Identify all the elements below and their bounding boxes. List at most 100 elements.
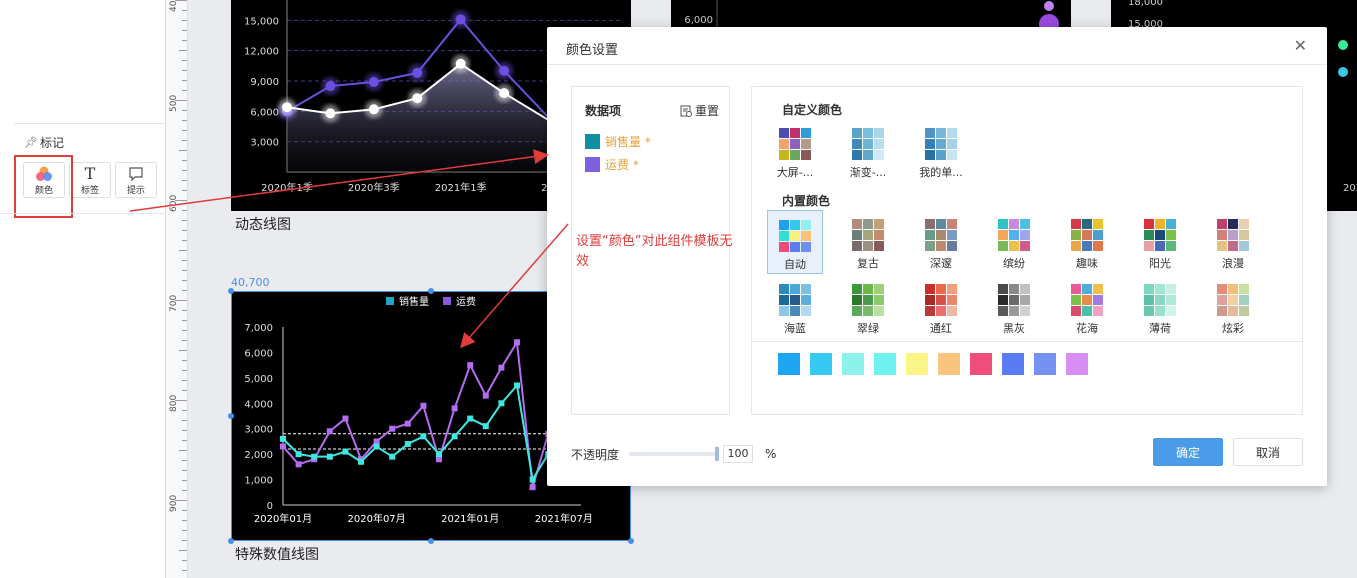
resize-handle[interactable] — [428, 288, 434, 294]
left-panel: 📌︎ 标记 颜色 T 标签 提示 — [0, 0, 166, 578]
palette-option[interactable]: 薄荷 — [1132, 275, 1188, 339]
opacity-input[interactable]: 100 — [723, 445, 754, 463]
palette-option[interactable]: 海蓝 — [767, 275, 823, 339]
data-point — [482, 423, 489, 430]
y-tick-label: 9,000 — [250, 77, 279, 88]
ruler-tick — [182, 260, 187, 261]
data-point — [529, 484, 536, 491]
palette-swatch — [1217, 295, 1227, 305]
palette-swatch-grid — [779, 128, 811, 160]
data-point — [420, 402, 427, 409]
palette-option[interactable]: 通红 — [913, 275, 969, 339]
resize-handle[interactable] — [228, 538, 234, 544]
palette-swatch — [1082, 219, 1092, 229]
data-point — [404, 420, 411, 427]
palette-option[interactable]: 自动 — [767, 210, 823, 274]
preview-color-swatch[interactable] — [970, 353, 992, 375]
palette-option[interactable]: 阳光 — [1132, 210, 1188, 274]
data-point — [451, 433, 458, 440]
palette-swatch — [1009, 284, 1019, 294]
palette-label: 渐变-... — [849, 166, 887, 179]
series-item-sales[interactable]: 销售量 * — [585, 133, 651, 150]
palette-swatch — [852, 284, 862, 294]
preview-color-swatch[interactable] — [778, 353, 800, 375]
palette-swatch — [1228, 306, 1238, 316]
preview-color-swatch[interactable] — [1002, 353, 1024, 375]
label-button[interactable]: T 标签 — [69, 162, 111, 198]
palette-swatch — [1239, 284, 1249, 294]
palette-swatch — [1009, 230, 1019, 240]
slider-handle[interactable] — [715, 447, 720, 461]
palette-option[interactable]: 复古 — [840, 210, 896, 274]
palette-swatch — [863, 150, 873, 160]
palette-option[interactable]: 我的单... — [913, 119, 969, 183]
opacity-slider[interactable] — [629, 447, 720, 461]
legend-label: 销售量 — [399, 295, 429, 308]
resize-handle[interactable] — [228, 288, 234, 294]
palette-option[interactable]: 渐变-... — [840, 119, 896, 183]
palette-option[interactable]: 缤纷 — [986, 210, 1042, 274]
palette-swatch — [1093, 306, 1103, 316]
palette-swatch — [998, 241, 1008, 251]
reset-button[interactable]: 重置 — [680, 102, 719, 119]
palette-swatch — [874, 230, 884, 240]
palette-swatch — [1217, 306, 1227, 316]
series-item-freight[interactable]: 运费 * — [585, 156, 639, 173]
palette-option[interactable]: 炫彩 — [1205, 275, 1261, 339]
preview-color-swatch[interactable] — [906, 353, 928, 375]
confirm-button[interactable]: 确定 — [1153, 438, 1223, 466]
palette-swatch — [1155, 219, 1165, 229]
close-icon[interactable]: ✕ — [1294, 36, 1307, 55]
palette-swatch — [936, 150, 946, 160]
palette-swatch — [947, 295, 957, 305]
data-point — [451, 405, 458, 412]
preview-color-swatch[interactable] — [1034, 353, 1056, 375]
palette-option[interactable]: 翠绿 — [840, 275, 896, 339]
preview-color-swatch[interactable] — [842, 353, 864, 375]
resize-handle[interactable] — [628, 538, 634, 544]
palette-option[interactable]: 趣味 — [1059, 210, 1115, 274]
palette-option[interactable]: 深邃 — [913, 210, 969, 274]
series-color-swatch[interactable] — [585, 157, 600, 172]
preview-color-swatch[interactable] — [810, 353, 832, 375]
data-point — [295, 461, 302, 468]
palette-option[interactable]: 黑灰 — [986, 275, 1042, 339]
palette-swatch — [925, 284, 935, 294]
data-point — [1338, 67, 1348, 77]
palette-option[interactable]: 花海 — [1059, 275, 1115, 339]
palette-swatch — [1093, 230, 1103, 240]
palette-swatch — [1166, 241, 1176, 251]
resize-handle[interactable] — [228, 413, 234, 419]
palette-label: 复古 — [857, 257, 879, 270]
data-point — [342, 448, 349, 455]
ruler-tick — [182, 280, 187, 281]
palette-swatch — [852, 230, 862, 240]
palette-label: 花海 — [1076, 322, 1098, 335]
preview-color-swatch[interactable] — [938, 353, 960, 375]
palette-swatch — [863, 241, 873, 251]
palette-swatch — [947, 128, 957, 138]
preview-color-swatch[interactable] — [1066, 353, 1088, 375]
tooltip-button[interactable]: 提示 — [115, 162, 157, 198]
palette-option[interactable]: 大屏-... — [767, 119, 823, 183]
data-point — [1044, 1, 1054, 11]
x-tick-label: 2021年1季 — [435, 181, 487, 194]
palette-swatch — [852, 139, 862, 149]
ruler-label: 900 — [169, 494, 179, 512]
cancel-button[interactable]: 取消 — [1233, 438, 1303, 466]
palette-option[interactable]: 浪漫 — [1205, 210, 1261, 274]
legend-swatch — [386, 297, 394, 305]
data-point — [482, 392, 489, 399]
series-color-swatch[interactable] — [585, 134, 600, 149]
palette-swatch — [874, 295, 884, 305]
preview-color-swatch[interactable] — [874, 353, 896, 375]
custom-colors-heading: 自定义颜色 — [782, 103, 843, 117]
palette-swatch-grid — [925, 128, 957, 160]
ruler-tick — [182, 80, 187, 81]
palette-swatch — [1093, 284, 1103, 294]
palette-swatch — [801, 231, 811, 241]
resize-handle[interactable] — [428, 538, 434, 544]
x-tick-label: 2020年01月 — [254, 512, 312, 525]
palette-swatch — [1166, 284, 1176, 294]
dialog-title: 颜色设置 — [566, 43, 619, 58]
